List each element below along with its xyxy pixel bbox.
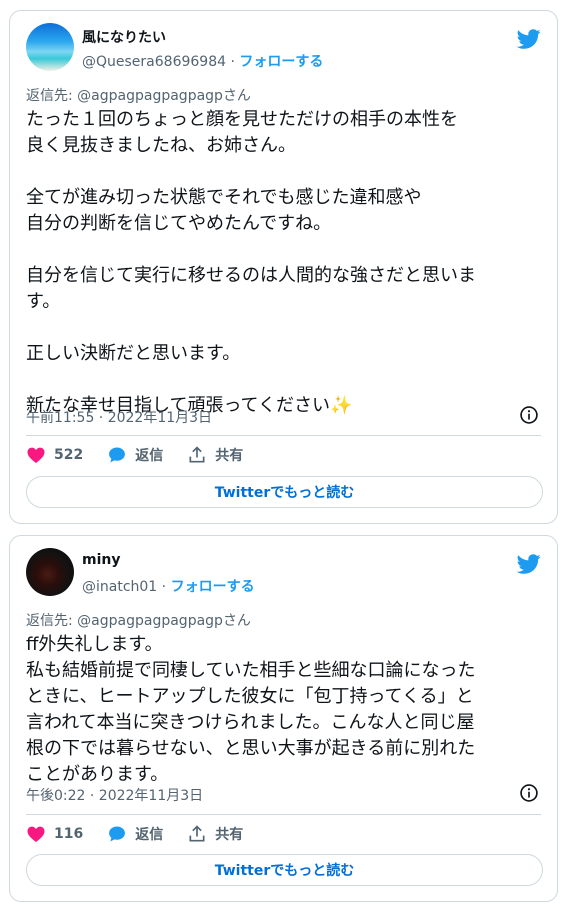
timestamp[interactable]: 午前11:55 · 2022年11月3日 — [26, 407, 212, 427]
tweet-text: たった１回のちょっと顔を見せただけの相手の本性を 良く見抜きましたね、お姉さん。… — [26, 109, 476, 416]
reply-action[interactable]: 返信 — [107, 824, 163, 844]
read-more-button[interactable]: Twitterでもっと読む — [26, 854, 543, 886]
reply-handle-link[interactable]: @agpagpagpagpagp — [77, 613, 223, 629]
display-name[interactable]: miny — [82, 552, 120, 568]
timestamp[interactable]: 午後0:22 · 2022年11月3日 — [26, 785, 203, 805]
reply-to: 返信先: @agpagpagpagpagpさん — [26, 85, 251, 105]
avatar[interactable] — [26, 548, 74, 596]
reply-label: 返信 — [135, 827, 164, 843]
reply-suffix: さん — [222, 88, 251, 104]
share-label: 共有 — [215, 827, 244, 843]
info-icon[interactable] — [519, 783, 539, 803]
heart-icon — [27, 447, 45, 463]
read-more-button[interactable]: Twitterでもっと読む — [26, 476, 543, 508]
reply-bubble-icon — [109, 447, 126, 463]
display-name[interactable]: 風になりたい — [82, 27, 166, 47]
reply-handle-link[interactable]: @agpagpagpagpagp — [77, 88, 223, 104]
tweet-card: 風になりたい @Quesera68696984 · フォローする 返信先: @a… — [9, 10, 558, 524]
tweet-text: ff外失礼します。 私も結婚前提で同棲していた相手と些細な口論になった ときに、… — [26, 634, 476, 785]
avatar[interactable] — [26, 23, 74, 71]
handle-row: @inatch01 · フォローする — [82, 576, 255, 596]
separator: · — [226, 54, 240, 70]
reply-prefix: 返信先: — [26, 88, 78, 104]
handle[interactable]: @inatch01 — [82, 579, 157, 595]
divider — [26, 814, 541, 815]
like-count: 522 — [54, 447, 84, 463]
handle-row: @Quesera68696984 · フォローする — [82, 51, 323, 71]
info-icon[interactable] — [519, 405, 539, 425]
share-action[interactable]: 共有 — [187, 445, 243, 465]
reply-suffix: さん — [222, 613, 251, 629]
like-count: 116 — [54, 826, 84, 842]
reply-to: 返信先: @agpagpagpagpagpさん — [26, 610, 251, 630]
follow-button[interactable]: フォローする — [171, 579, 255, 595]
tweet-card: miny @inatch01 · フォローする 返信先: @agpagpagpa… — [9, 535, 558, 902]
like-action[interactable]: 522 — [26, 445, 83, 465]
action-bar: 522 返信 共有 — [26, 443, 267, 467]
follow-button[interactable]: フォローする — [239, 54, 323, 70]
divider — [26, 435, 541, 436]
like-action[interactable]: 116 — [26, 824, 83, 844]
reply-bubble-icon — [109, 826, 126, 842]
reply-action[interactable]: 返信 — [107, 445, 163, 465]
reply-label: 返信 — [135, 448, 164, 464]
twitter-bird-icon[interactable] — [517, 27, 541, 51]
reply-prefix: 返信先: — [26, 613, 78, 629]
separator: · — [157, 579, 171, 595]
share-icon — [189, 446, 205, 463]
handle[interactable]: @Quesera68696984 — [82, 54, 226, 70]
action-bar: 116 返信 共有 — [26, 822, 267, 846]
twitter-bird-icon[interactable] — [517, 552, 541, 576]
share-icon — [189, 825, 205, 842]
heart-icon — [27, 826, 45, 842]
share-action[interactable]: 共有 — [187, 824, 243, 844]
share-label: 共有 — [215, 448, 244, 464]
